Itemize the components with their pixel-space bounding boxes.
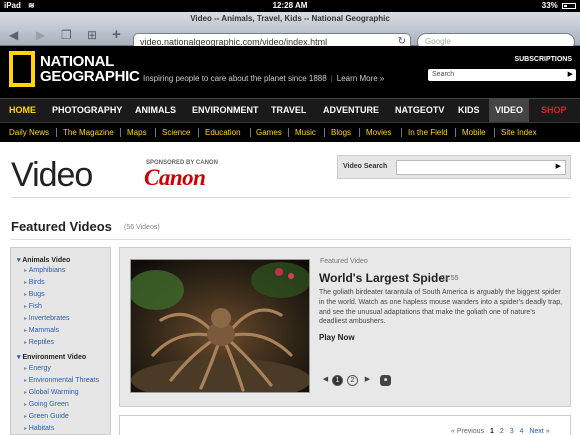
subnav-mobile[interactable]: Mobile — [462, 123, 486, 142]
divider — [11, 197, 571, 198]
subnav-games[interactable]: Games — [256, 123, 282, 142]
featured-video-title[interactable]: World's Largest Spider — [319, 271, 450, 285]
pagination-page-2[interactable]: 2 — [500, 428, 504, 435]
subnav-blogs[interactable]: Blogs — [331, 123, 351, 142]
sidebar-item-invertebrates[interactable]: Invertebrates — [24, 315, 70, 322]
site-search-placeholder: Search — [432, 71, 455, 78]
nav-photography[interactable]: PHOTOGRAPHY — [52, 99, 122, 122]
featured-video-thumbnail[interactable] — [130, 259, 310, 393]
nav-animals[interactable]: ANIMALS — [135, 99, 176, 122]
subnav-site-index[interactable]: Site Index — [501, 123, 537, 142]
category-sidebar: Animals Video Amphibians Birds Bugs Fish… — [10, 247, 111, 435]
video-search-label: Video Search — [343, 163, 388, 170]
subnav-the-magazine[interactable]: The Magazine — [63, 123, 114, 142]
sidebar-item-fish[interactable]: Fish — [24, 303, 42, 310]
pagination-previous[interactable]: « Previous — [451, 428, 484, 435]
status-time: 12:28 AM — [272, 1, 308, 10]
bookmarks-icon[interactable]: ⊞ — [87, 28, 97, 42]
status-bar: iPad ≋ 12:28 AM 33% — [0, 0, 580, 12]
sidebar-section-environment[interactable]: Environment Video — [17, 353, 86, 361]
sidebar-item-green-guide[interactable]: Green Guide — [24, 413, 69, 420]
sidebar-item-bugs[interactable]: Bugs — [24, 291, 45, 298]
nav-home[interactable]: HOME — [9, 99, 36, 122]
forward-arrow-icon[interactable]: ▶ — [36, 28, 45, 42]
battery-status: 33% — [542, 0, 576, 12]
nav-adventure[interactable]: ADVENTURE — [323, 99, 379, 122]
site-search-input[interactable]: Search ▶ — [428, 69, 576, 81]
video-count: (56 Videos) — [124, 224, 160, 231]
tagline: Inspiring people to care about the plane… — [143, 74, 385, 83]
pagination-page-3[interactable]: 3 — [510, 428, 514, 435]
sidebar-item-mammals[interactable]: Mammals — [24, 327, 59, 334]
play-now-button[interactable]: Play Now — [319, 333, 355, 342]
page-title: Video — [11, 156, 93, 194]
featured-video-description: The goliath birdeater tarantula of South… — [319, 289, 563, 326]
carousel-pause-icon[interactable]: ■ — [380, 375, 391, 386]
site-logo-text[interactable]: NATIONAL GEOGRAPHIC — [40, 54, 140, 84]
subnav-science[interactable]: Science — [162, 123, 190, 142]
sidebar-item-going-green[interactable]: Going Green — [24, 401, 69, 408]
video-search-input[interactable]: ▶ — [396, 160, 566, 175]
pagination-page-1[interactable]: 1 — [490, 428, 494, 435]
browser-page-title: Video -- Animals, Travel, Kids -- Nation… — [190, 14, 390, 23]
logo-line-1: NATIONAL — [40, 53, 114, 70]
nav-kids[interactable]: KIDS — [458, 99, 480, 122]
sidebar-item-energy[interactable]: Energy — [24, 365, 51, 372]
learn-more-link[interactable]: Learn More » — [337, 74, 385, 83]
sidebar-section-animals[interactable]: Animals Video — [17, 256, 70, 264]
subnav-education[interactable]: Education — [205, 123, 241, 142]
subnav-movies[interactable]: Movies — [366, 123, 391, 142]
subnav-daily-news[interactable]: Daily News — [9, 123, 49, 142]
nav-environment[interactable]: ENVIRONMENT — [192, 99, 259, 122]
subscriptions-link[interactable]: SUBSCRIPTIONS — [514, 56, 572, 63]
natgeo-logo-icon[interactable] — [9, 51, 35, 87]
tagline-text: Inspiring people to care about the plane… — [143, 74, 327, 83]
nav-video[interactable]: VIDEO — [489, 99, 530, 122]
logo-line-2: GEOGRAPHIC — [40, 68, 140, 85]
featured-video-duration: 01:55 — [441, 275, 459, 282]
sidebar-item-environmental-threats[interactable]: Environmental Threats — [24, 377, 99, 384]
back-arrow-icon[interactable]: ◀ — [9, 28, 18, 42]
battery-percent: 33% — [541, 1, 558, 10]
sidebar-item-amphibians[interactable]: Amphibians — [24, 267, 66, 274]
pagination-page-4[interactable]: 4 — [520, 428, 524, 435]
spider-image — [131, 260, 309, 392]
carousel-page-1[interactable]: 1 — [332, 375, 343, 386]
video-search-go-icon[interactable]: ▶ — [556, 162, 561, 170]
pages-icon[interactable]: ❐ — [61, 28, 72, 42]
pagination-next[interactable]: Next » — [529, 428, 549, 435]
sidebar-item-reptiles[interactable]: Reptiles — [24, 339, 54, 346]
pagination: « Previous 1 2 3 4 Next » — [451, 428, 554, 435]
divider — [11, 239, 571, 240]
subnav-maps[interactable]: Maps — [127, 123, 147, 142]
main-nav: HOME PHOTOGRAPHY ANIMALS ENVIRONMENT TRA… — [0, 98, 580, 122]
carousel-prev-icon[interactable]: ◀ — [320, 375, 331, 386]
subnav-in-the-field[interactable]: In the Field — [408, 123, 448, 142]
nav-natgeotv[interactable]: NATGEOTV — [395, 99, 444, 122]
sidebar-item-habitats[interactable]: Habitats — [24, 425, 55, 432]
featured-label: Featured Video — [320, 258, 368, 265]
video-search-box: Video Search ▶ — [337, 155, 571, 179]
sidebar-item-global-warming[interactable]: Global Warming — [24, 389, 79, 396]
carousel-page-2[interactable]: 2 — [347, 375, 358, 386]
search-go-icon[interactable]: ▶ — [568, 69, 573, 81]
sub-nav: Daily News The Magazine Maps Science Edu… — [0, 122, 580, 142]
featured-videos-heading: Featured Videos — [11, 219, 112, 234]
browser-toolbar: Video -- Animals, Travel, Kids -- Nation… — [0, 12, 580, 51]
battery-icon — [562, 2, 576, 9]
nav-travel[interactable]: TRAVEL — [271, 99, 306, 122]
nav-shop[interactable]: SHOP — [541, 99, 567, 122]
add-bookmark-icon[interactable]: + — [112, 27, 121, 42]
sidebar-item-birds[interactable]: Birds — [24, 279, 45, 286]
carousel-next-icon[interactable]: ▶ — [362, 375, 373, 386]
canon-logo[interactable]: Canon — [144, 165, 206, 191]
subnav-music[interactable]: Music — [295, 123, 316, 142]
site-header: NATIONAL GEOGRAPHIC Inspiring people to … — [0, 46, 580, 98]
